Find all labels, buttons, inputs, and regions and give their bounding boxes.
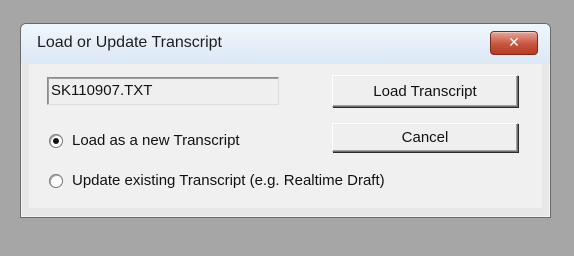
load-new-option[interactable]: Load as a new Transcript [49,132,240,149]
dialog-title: Load or Update Transcript [37,34,222,51]
load-transcript-button[interactable]: Load Transcript [332,75,518,107]
load-new-radio[interactable] [49,133,63,148]
load-new-label: Load as a new Transcript [72,132,240,149]
close-button[interactable]: ✕ [490,31,538,55]
update-existing-option[interactable]: Update existing Transcript (e.g. Realtim… [49,172,385,189]
load-update-transcript-dialog: Load or Update Transcript ✕ SK110907.TXT… [20,23,551,218]
dialog-body: SK110907.TXT Load Transcript Cancel Load… [29,64,542,208]
filename-field[interactable]: SK110907.TXT [47,77,279,105]
cancel-button[interactable]: Cancel [332,123,518,152]
update-existing-label: Update existing Transcript (e.g. Realtim… [72,172,385,189]
title-bar[interactable]: Load or Update Transcript ✕ [21,24,550,64]
update-existing-radio[interactable] [49,173,63,188]
close-icon: ✕ [508,35,520,51]
